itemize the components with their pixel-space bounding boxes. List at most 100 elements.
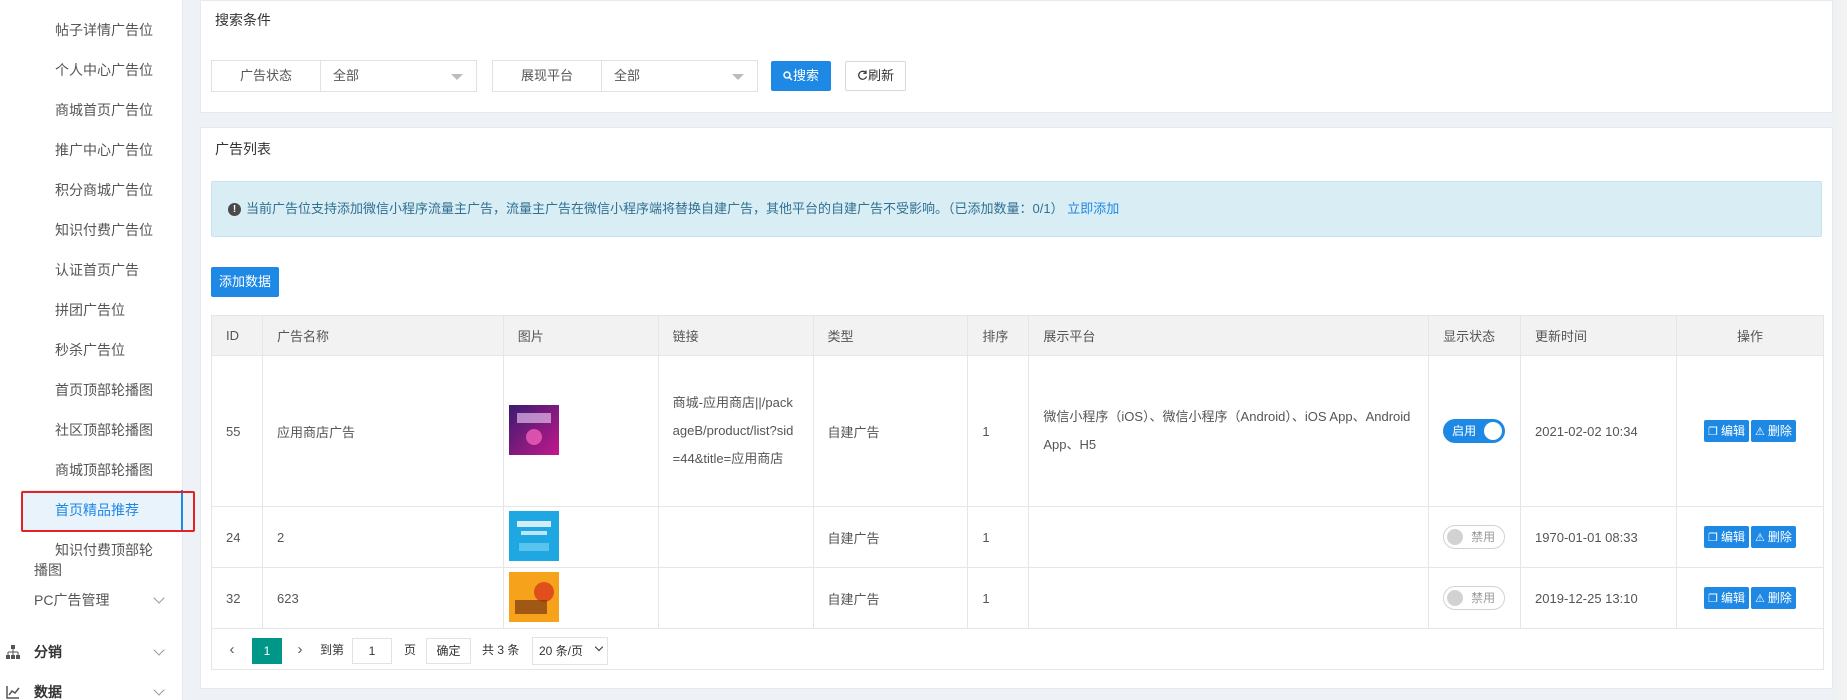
col-updated[interactable]: 更新时间 — [1520, 315, 1677, 356]
sidebar-item-community-carousel[interactable]: 社区顶部轮播图 — [0, 410, 183, 450]
page-size-value: 20 条/页 — [539, 644, 584, 658]
status-toggle[interactable]: 禁用 — [1443, 586, 1506, 610]
page-current[interactable]: 1 — [252, 638, 282, 664]
warning-icon: ⚠ — [1754, 593, 1765, 605]
sidebar-item-knowledge-carousel[interactable]: 知识付费顶部轮 播图 — [0, 540, 183, 588]
edit-button-label: 编辑 — [1720, 530, 1745, 544]
delete-button[interactable]: ⚠ 删除 — [1750, 587, 1796, 609]
cell-name: 2 — [261, 506, 504, 568]
notice-text: 当前广告位支持添加微信小程序流量主广告，流量主广告在微信小程序端将替换自建广告，… — [246, 201, 1064, 216]
cell-platform — [1028, 506, 1430, 568]
toggle-knob — [1447, 529, 1464, 545]
ads-table: ID 广告名称 图片 链接 类型 排序 展示平台 显示状态 更新时间 操作 55… — [211, 315, 1825, 629]
cell-sort: 1 — [967, 506, 1030, 568]
goto-label: 到第 — [320, 643, 345, 657]
status-toggle-label: 禁用 — [1471, 530, 1496, 544]
cell-sort: 1 — [967, 567, 1030, 629]
page-size-select[interactable]: 20 条/页 — [532, 637, 608, 665]
status-toggle[interactable]: 启用 — [1443, 419, 1506, 443]
list-panel-title: 广告列表 — [215, 141, 271, 157]
col-sort[interactable]: 排序 — [967, 315, 1030, 356]
ad-thumbnail[interactable] — [508, 571, 559, 622]
status-filter-value: 全部 — [333, 68, 360, 83]
cell-status: 启用 — [1428, 355, 1522, 507]
sidebar-item-knowledge-ad[interactable]: 知识付费广告位 — [0, 210, 183, 250]
cell-link — [657, 567, 814, 629]
edit-button-label: 编辑 — [1720, 424, 1745, 438]
sidebar-item-home-featured[interactable]: 首页精品推荐 — [21, 490, 183, 530]
sidebar-item-group-buy-ad[interactable]: 拼团广告位 — [0, 290, 183, 330]
sidebar-item-post-detail-ad[interactable]: 帖子详情广告位 — [0, 10, 183, 50]
prev-page-icon[interactable]: ‹ — [224, 638, 240, 664]
edit-icon: ❐ — [1708, 426, 1718, 438]
sidebar-group-distribution[interactable]: 分销 — [0, 632, 183, 672]
sidebar-item-mall-carousel[interactable]: 商城顶部轮播图 — [0, 450, 183, 490]
notice-banner: ! 当前广告位支持添加微信小程序流量主广告，流量主广告在微信小程序端将替换自建广告… — [211, 181, 1822, 237]
cell-actions: ❐ 编辑 ⚠ 删除 — [1675, 567, 1825, 629]
cell-status: 禁用 — [1428, 567, 1522, 629]
platform-filter[interactable]: 展现平台 全部 — [492, 60, 758, 92]
cell-id: 24 — [211, 506, 263, 568]
total-count: 共 3 条 — [482, 643, 520, 657]
col-status[interactable]: 显示状态 — [1428, 315, 1522, 356]
col-platform[interactable]: 展示平台 — [1028, 315, 1430, 356]
status-filter-label: 广告状态 — [212, 61, 321, 91]
next-page-icon[interactable]: › — [292, 638, 308, 664]
cell-type: 自建广告 — [812, 355, 969, 507]
edit-button[interactable]: ❐ 编辑 — [1704, 587, 1749, 609]
search-button[interactable]: 搜索 — [771, 61, 831, 91]
caret-down-icon — [451, 74, 463, 80]
sidebar-item-mall-home-ad[interactable]: 商城首页广告位 — [0, 90, 183, 130]
goto-confirm-button[interactable]: 确定 — [426, 638, 471, 664]
col-type[interactable]: 类型 — [812, 315, 969, 356]
cell-updated: 2019-12-25 13:10 — [1520, 567, 1677, 629]
sidebar-item-label: PC广告管理 — [34, 592, 110, 608]
cell-image — [502, 355, 659, 507]
sidebar-group-label: 数据 — [34, 684, 62, 700]
delete-button-label: 删除 — [1767, 424, 1792, 438]
sidebar-item-flash-sale-ad[interactable]: 秒杀广告位 — [0, 330, 183, 370]
delete-button[interactable]: ⚠ 删除 — [1750, 526, 1796, 548]
col-id[interactable]: ID — [211, 315, 263, 356]
col-image[interactable]: 图片 — [502, 315, 659, 356]
col-link[interactable]: 链接 — [657, 315, 814, 356]
sidebar-item-home-top-carousel[interactable]: 首页顶部轮播图 — [0, 370, 183, 410]
search-icon — [783, 71, 793, 81]
cell-id: 55 — [211, 355, 263, 507]
scrollbar[interactable] — [1837, 0, 1847, 700]
sidebar-item-promotion-ad[interactable]: 推广中心广告位 — [0, 130, 183, 170]
edit-button[interactable]: ❐ 编辑 — [1704, 526, 1749, 548]
toggle-knob — [1484, 422, 1503, 440]
status-toggle-label: 启用 — [1452, 424, 1477, 438]
sidebar-group-data[interactable]: 数据 — [0, 672, 183, 700]
search-panel: 搜索条件 广告状态 全部 展现平台 全部 搜索 刷新 — [200, 0, 1833, 113]
goto-page-input[interactable]: 1 — [352, 638, 392, 664]
add-now-link[interactable]: 立即添加 — [1067, 201, 1119, 216]
status-filter[interactable]: 广告状态 全部 — [211, 60, 477, 92]
sidebar-item-label-line1: 知识付费顶部轮 — [55, 542, 153, 558]
status-toggle[interactable]: 禁用 — [1443, 525, 1506, 549]
delete-button[interactable]: ⚠ 删除 — [1750, 420, 1796, 442]
sidebar-item-points-mall-ad[interactable]: 积分商城广告位 — [0, 170, 183, 210]
ad-thumbnail[interactable] — [508, 404, 559, 455]
cell-name: 应用商店广告 — [261, 355, 504, 507]
sidebar-item-user-center-ad[interactable]: 个人中心广告位 — [0, 50, 183, 90]
search-panel-title: 搜索条件 — [215, 12, 271, 28]
sidebar-item-cert-home-ad[interactable]: 认证首页广告 — [0, 250, 183, 290]
refresh-button[interactable]: 刷新 — [845, 61, 906, 91]
sidebar-item-pc-ads[interactable]: PC广告管理 — [0, 590, 183, 610]
cell-link — [657, 506, 814, 568]
chevron-down-icon — [153, 592, 165, 604]
delete-button-label: 删除 — [1767, 530, 1792, 544]
chevron-down-icon — [594, 642, 604, 652]
ad-thumbnail[interactable] — [508, 510, 559, 561]
page-suffix: 页 — [404, 643, 417, 657]
table-row: 32 623 自建广告 1 禁用 2019-12-25 13:10 ❐ 编辑 ⚠… — [211, 567, 1825, 629]
platform-filter-label: 展现平台 — [493, 61, 602, 91]
edit-button[interactable]: ❐ 编辑 — [1704, 420, 1749, 442]
add-data-button[interactable]: 添加数据 — [211, 267, 279, 297]
refresh-icon — [858, 70, 868, 80]
cell-id: 32 — [211, 567, 263, 629]
col-actions[interactable]: 操作 — [1675, 315, 1825, 356]
col-name[interactable]: 广告名称 — [261, 315, 504, 356]
